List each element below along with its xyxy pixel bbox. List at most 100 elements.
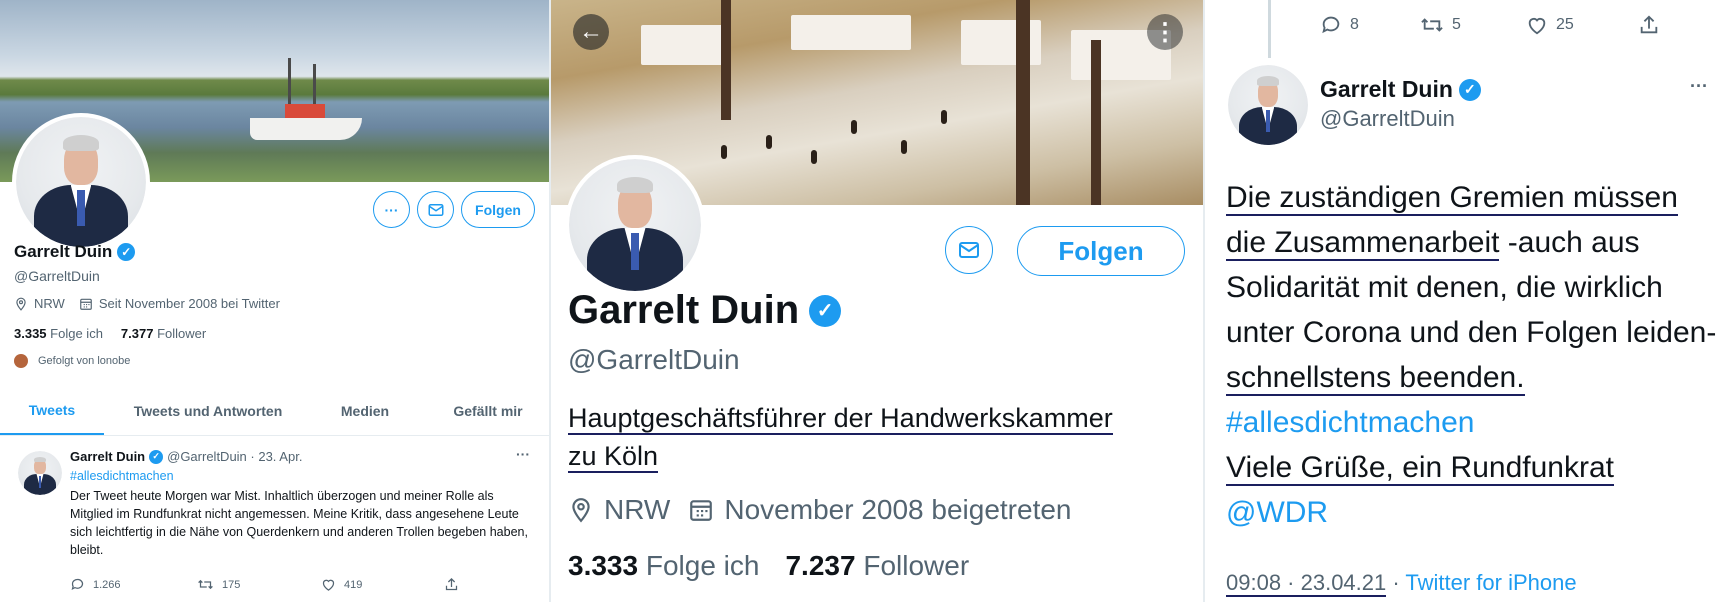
tweet-more-button[interactable]: ··· — [1690, 76, 1708, 97]
follow-label: Folgen — [1058, 235, 1144, 266]
tweet-timestamp[interactable]: 09:08 · 23.04.21 — [1226, 570, 1387, 597]
retweet-count: 175 — [222, 578, 241, 591]
following-stat[interactable]: 3.335 Folge ich — [14, 326, 103, 341]
avatar[interactable] — [12, 113, 150, 251]
followers-label: Follower — [157, 326, 207, 341]
back-button[interactable]: ← — [573, 14, 609, 50]
tweet-mention[interactable]: @WDR — [1226, 496, 1328, 529]
profile-name-row: Garrelt Duin ✓ — [568, 288, 842, 333]
more-options-button[interactable]: ⋮ — [1147, 14, 1183, 50]
thread-line — [1268, 0, 1271, 58]
profile-name-row: Garrelt Duin ✓ — [14, 242, 136, 262]
tweet-author[interactable]: Garrelt Duin — [70, 449, 145, 464]
profile-handle: @GarreltDuin — [14, 268, 100, 284]
tab-likes[interactable]: Gefällt mir — [438, 387, 538, 435]
following-label: Folge ich — [645, 550, 760, 581]
heart-icon — [322, 579, 335, 591]
like-count: 419 — [344, 578, 363, 591]
reply-icon — [1322, 16, 1340, 34]
calendar-icon — [79, 298, 92, 310]
avatar[interactable] — [565, 155, 705, 295]
follower-avatar — [14, 354, 28, 368]
tweet-avatar[interactable] — [14, 447, 66, 499]
location-icon — [572, 498, 590, 523]
tweet-more-button[interactable]: ··· — [516, 446, 530, 462]
more-icon: ··· — [384, 201, 399, 218]
more-vertical-icon: ⋮ — [1153, 18, 1177, 46]
tweet-text-part-1: Die zuständigen Gremien müssen — [1226, 181, 1678, 216]
followed-by-row[interactable]: Gefolgt von lonobe — [14, 354, 130, 368]
tweet-author[interactable]: Garrelt Duin — [1320, 76, 1453, 103]
profile-meta-row: NRW November 2008 beigetreten — [568, 494, 1072, 526]
profile-name: Garrelt Duin — [14, 242, 113, 261]
message-button[interactable] — [945, 226, 993, 274]
like-action[interactable]: 25 — [1526, 14, 1574, 36]
tweet-handle-date: @GarreltDuin · 23. Apr. — [167, 449, 303, 464]
followers-count: 7.237 — [785, 550, 856, 581]
following-count: 3.333 — [568, 550, 639, 581]
reply-count: 8 — [1350, 16, 1359, 33]
tweet-header: Garrelt Duin ✓ @GarreltDuin · 23. Apr. — [70, 449, 302, 464]
tweet-hashtag[interactable]: #allesdichtmachen — [70, 469, 174, 483]
follow-label: Folgen — [475, 201, 521, 218]
followers-label: Follower — [863, 550, 970, 581]
back-arrow-icon: ← — [579, 18, 603, 45]
verified-badge-icon: ✓ — [149, 449, 164, 464]
location-text: NRW — [604, 494, 671, 525]
calendar-icon — [690, 500, 713, 521]
retweet-count: 5 — [1452, 16, 1461, 33]
share-icon — [1640, 15, 1658, 34]
followers-count: 7.377 — [120, 326, 154, 341]
location-icon — [16, 297, 26, 311]
tab-tweets[interactable]: Tweets — [0, 387, 104, 435]
message-button[interactable] — [417, 191, 454, 228]
profile-bio: Hauptgeschäftsführer der Handwerkskammer… — [568, 399, 1113, 475]
joined-text: Seit November 2008 bei Twitter — [98, 296, 280, 311]
reply-count: 1.266 — [93, 578, 121, 591]
bio-line-2: zu Köln — [568, 441, 659, 473]
follow-button[interactable]: Folgen — [461, 191, 535, 228]
tweet-hashtag[interactable]: #allesdichtmachen — [1226, 406, 1474, 439]
tweet-detail-panel: 8 5 25 Garrelt Duin ✓ @GarreltDuin ··· D… — [1206, 0, 1736, 602]
heart-icon — [1528, 18, 1546, 35]
retweet-action[interactable]: 175 — [197, 577, 240, 592]
verified-badge-icon: ✓ — [809, 294, 842, 327]
reply-icon — [71, 578, 84, 591]
tab-media[interactable]: Medien — [325, 387, 405, 435]
reply-action[interactable]: 1.266 — [70, 577, 121, 592]
tab-tweets-and-replies[interactable]: Tweets und Antworten — [118, 387, 298, 435]
retweet-icon — [1421, 18, 1443, 32]
following-stat[interactable]: 3.333 Folge ich — [568, 550, 759, 582]
follow-stats: 3.335 Folge ich 7.377 Follower — [14, 326, 206, 341]
following-label: Folge ich — [50, 326, 103, 341]
follow-stats: 3.333 Folge ich 7.237 Follower — [568, 550, 969, 582]
tweet-text-part-4: schnellstens beenden. — [1226, 361, 1525, 396]
tweet-meta: 09:08 · 23.04.21 · Twitter for iPhone — [1226, 570, 1577, 597]
more-options-button[interactable]: ··· — [373, 191, 410, 228]
retweet-action[interactable]: 5 — [1420, 14, 1461, 36]
verified-badge-icon: ✓ — [1458, 78, 1481, 101]
location-text: NRW — [34, 296, 65, 311]
avatar[interactable] — [1226, 63, 1310, 147]
tweet-text-part-2: die Zusammenarbeit — [1226, 226, 1500, 261]
reply-action[interactable]: 8 — [1320, 14, 1359, 36]
panel-divider — [1203, 0, 1205, 602]
share-icon — [445, 577, 458, 591]
profile-meta-row: NRW Seit November 2008 bei Twitter — [14, 296, 280, 311]
tweet-author-row: Garrelt Duin ✓ — [1320, 76, 1481, 103]
follow-button[interactable]: Folgen — [1017, 226, 1185, 276]
tweet-text: Der Tweet heute Morgen war Mist. Inhaltl… — [70, 489, 528, 557]
mail-icon — [959, 242, 979, 258]
like-action[interactable]: 419 — [321, 577, 362, 592]
profile-handle: @GarreltDuin — [568, 344, 740, 375]
following-count: 3.335 — [14, 326, 47, 341]
tweet-handle: @GarreltDuin — [1320, 106, 1455, 131]
share-action[interactable] — [444, 577, 459, 592]
mail-icon — [428, 203, 443, 216]
share-action[interactable] — [1638, 14, 1660, 36]
verified-badge-icon: ✓ — [117, 243, 136, 261]
tweet-source[interactable]: Twitter for iPhone — [1405, 570, 1576, 595]
followers-stat[interactable]: 7.237 Follower — [785, 550, 969, 582]
followers-stat[interactable]: 7.377 Follower — [121, 326, 206, 341]
profile-panel-left: ··· Folgen Garrelt Duin ✓ @GarreltDuin N… — [0, 0, 549, 602]
